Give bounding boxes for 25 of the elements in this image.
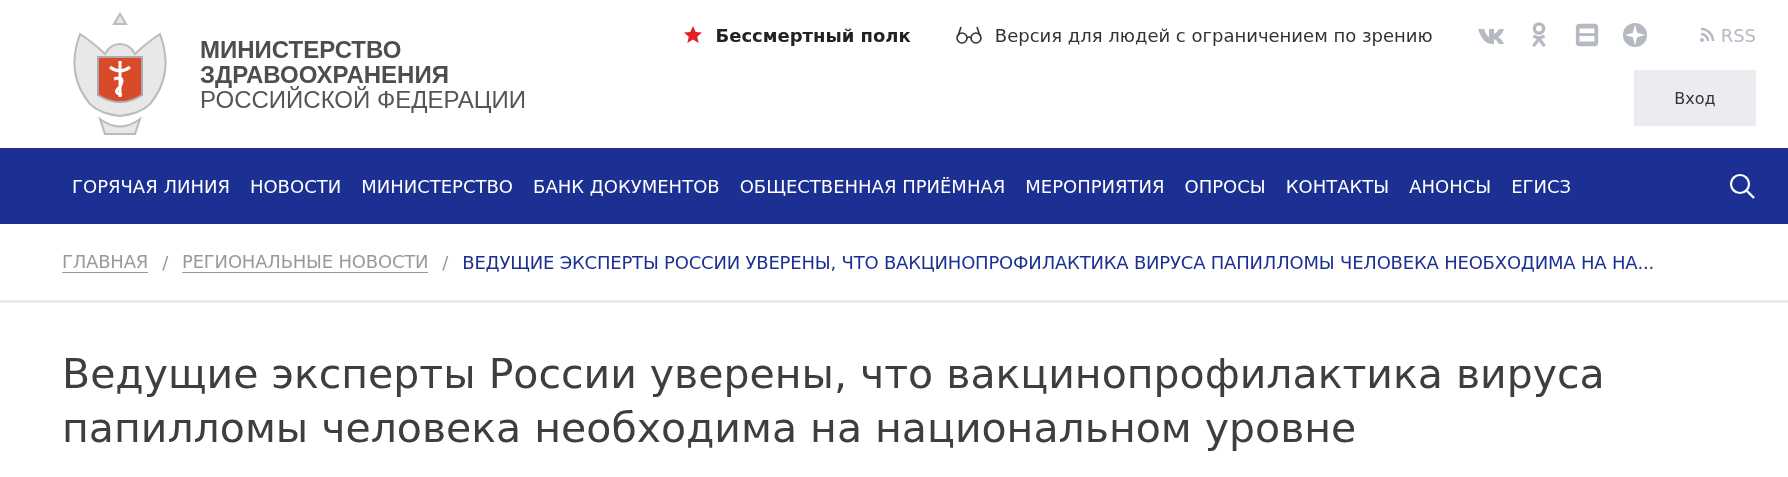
nav-link[interactable]: ОБЩЕСТВЕННАЯ ПРИЁМНАЯ (739, 175, 1006, 197)
ministry-name: ЗДРАВООХРАНЕНИЯ (200, 61, 450, 87)
nav-link[interactable]: МЕРОПРИЯТИЯ (1025, 175, 1165, 197)
nav-link[interactable]: ОПРОСЫ (1184, 175, 1266, 197)
nav-link[interactable]: МИНИСТЕРСТВО (361, 175, 514, 197)
login-button[interactable]: Вход (1634, 70, 1756, 126)
nav-link[interactable]: ЕГИСЗ (1511, 175, 1572, 197)
top-link[interactable]: Бессмертный полк (683, 24, 911, 46)
breadcrumb-link[interactable]: ВЕДУЩИЕ ЭКСПЕРТЫ РОССИИ УВЕРЕНЫ, ЧТО ВАКЦИНОПРОФИЛАКТИКА ВИРУСА ПАПИЛЛОМЫ ЧЕЛОВЕКА НЕОБХОДИМА НА НА... (462, 251, 1654, 273)
rss-icon[interactable] (1698, 27, 1715, 43)
search-icon[interactable] (1728, 172, 1756, 200)
nav-link[interactable]: КОНТАКТЫ (1285, 175, 1390, 197)
nav-link[interactable]: АНОНСЫ (1409, 175, 1492, 197)
breadcrumb-separator: / (442, 251, 449, 273)
star-icon (683, 25, 704, 45)
nav-link[interactable]: БАНК ДОКУМЕНТОВ (533, 175, 720, 197)
ministry-name: РОССИЙСКОЙ ФЕДЕРАЦИИ (200, 86, 527, 112)
article-title: Ведущие эксперты России уверены, что вакцинопрофилактика вируса папилломы человека необходима на национальном уровне (62, 349, 1606, 454)
nav-link[interactable]: НОВОСТИ (249, 175, 342, 197)
breadcrumb-separator: / (162, 251, 168, 273)
compass-icon[interactable] (1620, 22, 1649, 48)
nav-link[interactable]: ГОРЯЧАЯ ЛИНИЯ (72, 175, 230, 197)
glasses-icon (954, 25, 983, 45)
top-link[interactable]: Версия для людей с ограничением по зрению (954, 24, 1433, 46)
ministry-name: МИНИСТЕРСТВО (200, 36, 403, 62)
